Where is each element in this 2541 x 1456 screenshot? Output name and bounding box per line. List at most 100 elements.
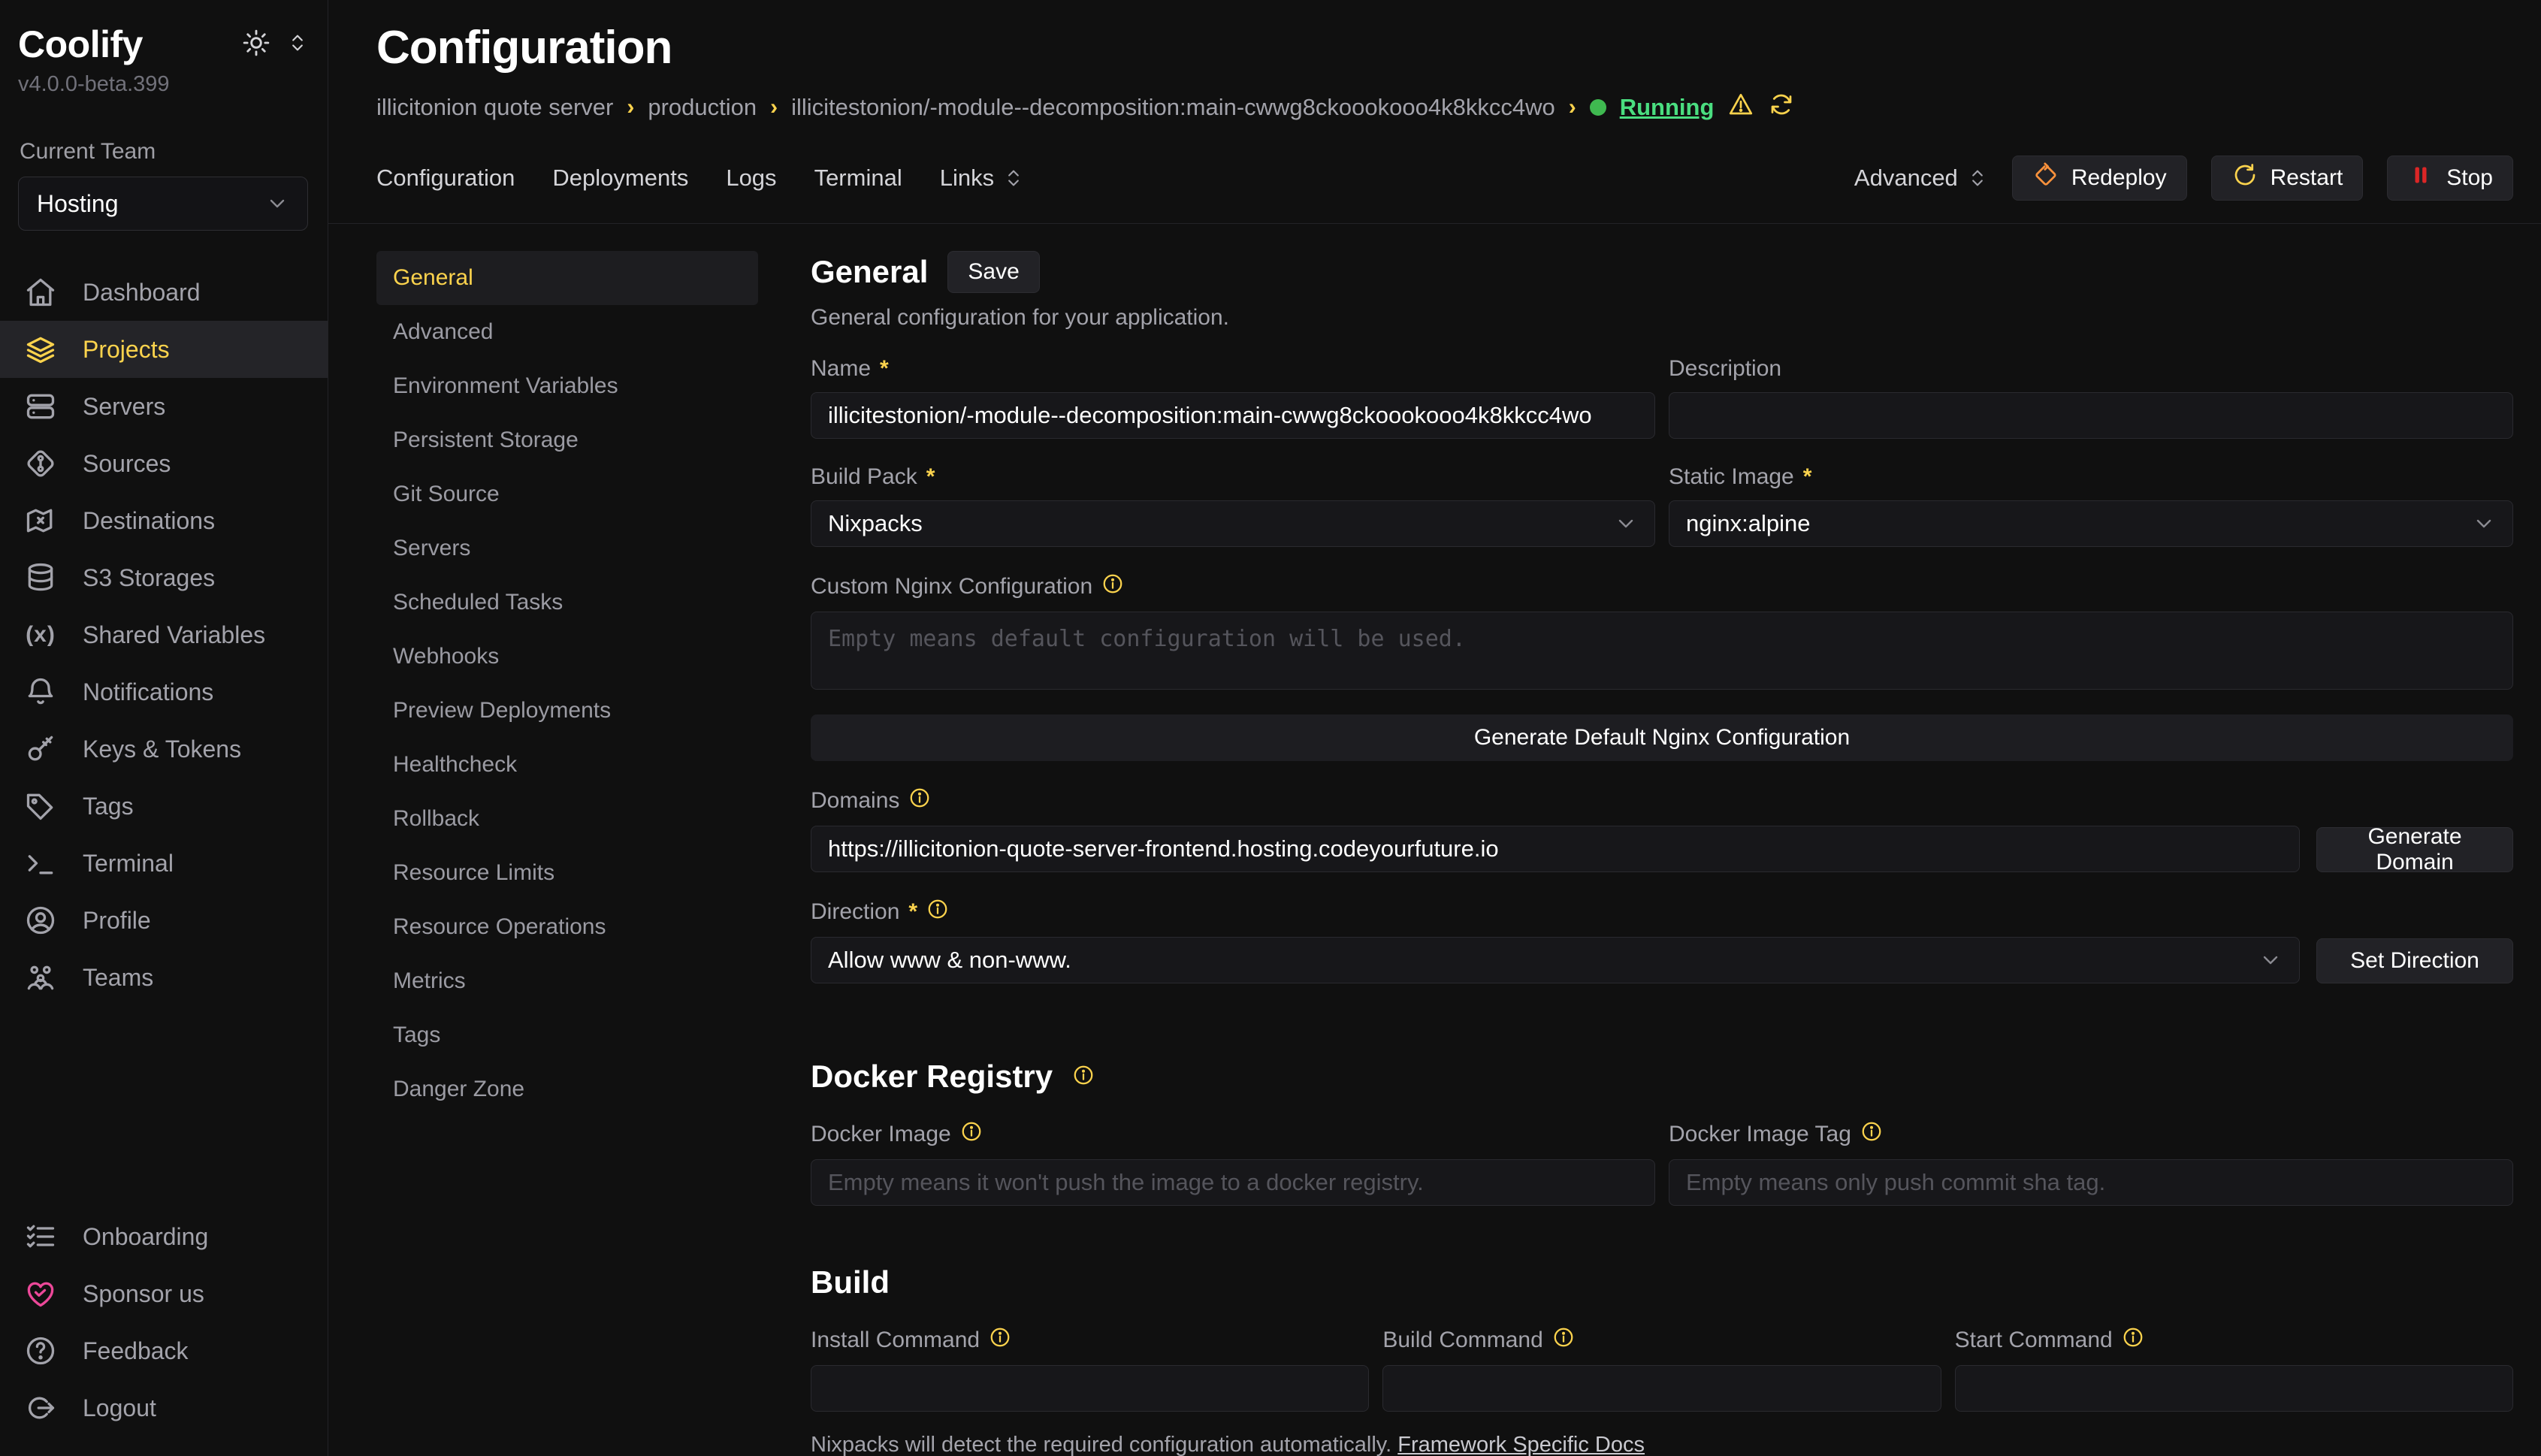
sidebar-item-feedback[interactable]: Feedback (0, 1322, 328, 1379)
info-icon[interactable] (926, 898, 949, 926)
sidebar-item-sources[interactable]: Sources (0, 435, 328, 492)
docker-image-tag-input[interactable] (1669, 1159, 2513, 1206)
name-input[interactable] (811, 392, 1655, 439)
subnav-healthcheck[interactable]: Healthcheck (376, 738, 758, 792)
generate-nginx-button[interactable]: Generate Default Nginx Configuration (811, 714, 2513, 761)
docker-image-label: Docker Image (811, 1120, 1655, 1149)
sidebar-item-onboarding[interactable]: Onboarding (0, 1208, 328, 1265)
sidebar-item-tags[interactable]: Tags (0, 778, 328, 835)
map-icon (24, 504, 57, 537)
subnav-general[interactable]: General (376, 251, 758, 305)
info-icon[interactable] (1072, 1064, 1095, 1090)
subnav-resource-operations[interactable]: Resource Operations (376, 900, 758, 954)
sidebar-item-keys-tokens[interactable]: Keys & Tokens (0, 720, 328, 778)
stop-pause-icon (2407, 162, 2434, 195)
set-direction-button[interactable]: Set Direction (2316, 938, 2513, 983)
domains-label: Domains (811, 787, 2300, 815)
sidebar-item-notifications[interactable]: Notifications (0, 663, 328, 720)
subnav-danger-zone[interactable]: Danger Zone (376, 1062, 758, 1116)
chevron-down-icon (2258, 948, 2283, 972)
restart-icon (2231, 162, 2258, 195)
team-select[interactable]: Hosting (18, 177, 308, 231)
subnav-webhooks[interactable]: Webhooks (376, 630, 758, 684)
domains-input[interactable] (811, 826, 2300, 872)
theme-sun-icon[interactable] (242, 29, 270, 61)
direction-select[interactable]: Allow www & non-www. (811, 937, 2300, 983)
user-circle-icon (24, 904, 57, 937)
info-icon[interactable] (1101, 572, 1124, 601)
sidebar-item-profile[interactable]: Profile (0, 892, 328, 949)
redeploy-icon (2032, 162, 2059, 195)
info-icon[interactable] (1860, 1120, 1883, 1149)
subnav-environment-variables[interactable]: Environment Variables (376, 359, 758, 413)
nginx-config-textarea[interactable] (811, 612, 2513, 690)
subnav-scheduled-tasks[interactable]: Scheduled Tasks (376, 575, 758, 630)
chevron-up-down-icon (1003, 168, 1024, 189)
sidebar-item-teams[interactable]: Teams (0, 949, 328, 1006)
tab-deployments[interactable]: Deployments (552, 165, 688, 192)
stop-button[interactable]: Stop (2387, 156, 2513, 201)
sidebar-item-terminal[interactable]: Terminal (0, 835, 328, 892)
sidebar-item-s3-storages[interactable]: S3 Storages (0, 549, 328, 606)
info-icon[interactable] (1552, 1326, 1575, 1355)
save-button[interactable]: Save (947, 251, 1039, 293)
sidebar-item-dashboard[interactable]: Dashboard (0, 264, 328, 321)
subnav-persistent-storage[interactable]: Persistent Storage (376, 413, 758, 467)
start-command-input[interactable] (1955, 1365, 2513, 1412)
info-icon[interactable] (989, 1326, 1011, 1355)
docker-registry-heading: Docker Registry (811, 1059, 1053, 1095)
subnav-servers[interactable]: Servers (376, 521, 758, 575)
config-subnav: General Advanced Environment Variables P… (376, 251, 758, 1456)
info-icon[interactable] (908, 787, 931, 815)
generate-domain-button[interactable]: Generate Domain (2316, 827, 2513, 872)
warning-triangle-icon[interactable] (1727, 91, 1754, 124)
description-label: Description (1669, 356, 2513, 382)
install-command-input[interactable] (811, 1365, 1369, 1412)
status-dot (1590, 99, 1606, 116)
sidebar-item-sponsor-us[interactable]: Sponsor us (0, 1265, 328, 1322)
direction-label: Direction* (811, 898, 2300, 926)
help-circle-icon (24, 1334, 57, 1367)
redeploy-button[interactable]: Redeploy (2012, 156, 2187, 201)
chevron-up-down-icon (1967, 168, 1988, 189)
docker-image-input[interactable] (811, 1159, 1655, 1206)
breadcrumb-environment[interactable]: production (648, 94, 757, 121)
nixpacks-note: Nixpacks will detect the required config… (811, 1433, 2513, 1456)
sidebar-item-servers[interactable]: Servers (0, 378, 328, 435)
tab-terminal[interactable]: Terminal (814, 165, 902, 192)
subnav-preview-deployments[interactable]: Preview Deployments (376, 684, 758, 738)
info-icon[interactable] (960, 1120, 983, 1149)
layers-icon (24, 333, 57, 366)
static-image-select[interactable]: nginx:alpine (1669, 500, 2513, 547)
refresh-icon[interactable] (1768, 91, 1795, 124)
breadcrumb-project[interactable]: illicitonion quote server (376, 94, 613, 121)
sidebar-item-shared-variables[interactable]: (x) Shared Variables (0, 606, 328, 663)
tab-logs[interactable]: Logs (726, 165, 776, 192)
restart-button[interactable]: Restart (2211, 156, 2364, 201)
subnav-metrics[interactable]: Metrics (376, 954, 758, 1008)
team-select-value: Hosting (37, 190, 119, 218)
tab-configuration[interactable]: Configuration (376, 165, 515, 192)
heart-icon (24, 1277, 57, 1310)
build-command-input[interactable] (1382, 1365, 1941, 1412)
sidebar-item-logout[interactable]: Logout (0, 1379, 328, 1436)
subnav-resource-limits[interactable]: Resource Limits (376, 846, 758, 900)
description-input[interactable] (1669, 392, 2513, 439)
info-icon[interactable] (2122, 1326, 2144, 1355)
subnav-rollback[interactable]: Rollback (376, 792, 758, 846)
framework-docs-link[interactable]: Framework Specific Docs (1397, 1433, 1645, 1456)
subnav-tags[interactable]: Tags (376, 1008, 758, 1062)
sidebar-item-projects[interactable]: Projects (0, 321, 328, 378)
subnav-git-source[interactable]: Git Source (376, 467, 758, 521)
theme-switcher-chevrons-icon[interactable] (287, 32, 308, 57)
breadcrumb-resource[interactable]: illicitestonion/-module--decomposition:m… (791, 94, 1555, 121)
tab-links[interactable]: Links (940, 165, 1024, 192)
build-pack-select[interactable]: Nixpacks (811, 500, 1655, 547)
subnav-advanced[interactable]: Advanced (376, 305, 758, 359)
database-icon (24, 561, 57, 594)
status-running-link[interactable]: Running (1620, 94, 1715, 121)
advanced-dropdown[interactable]: Advanced (1854, 165, 1988, 192)
checklist-icon (24, 1220, 57, 1253)
page-title: Configuration (376, 21, 2513, 74)
sidebar-item-destinations[interactable]: Destinations (0, 492, 328, 549)
